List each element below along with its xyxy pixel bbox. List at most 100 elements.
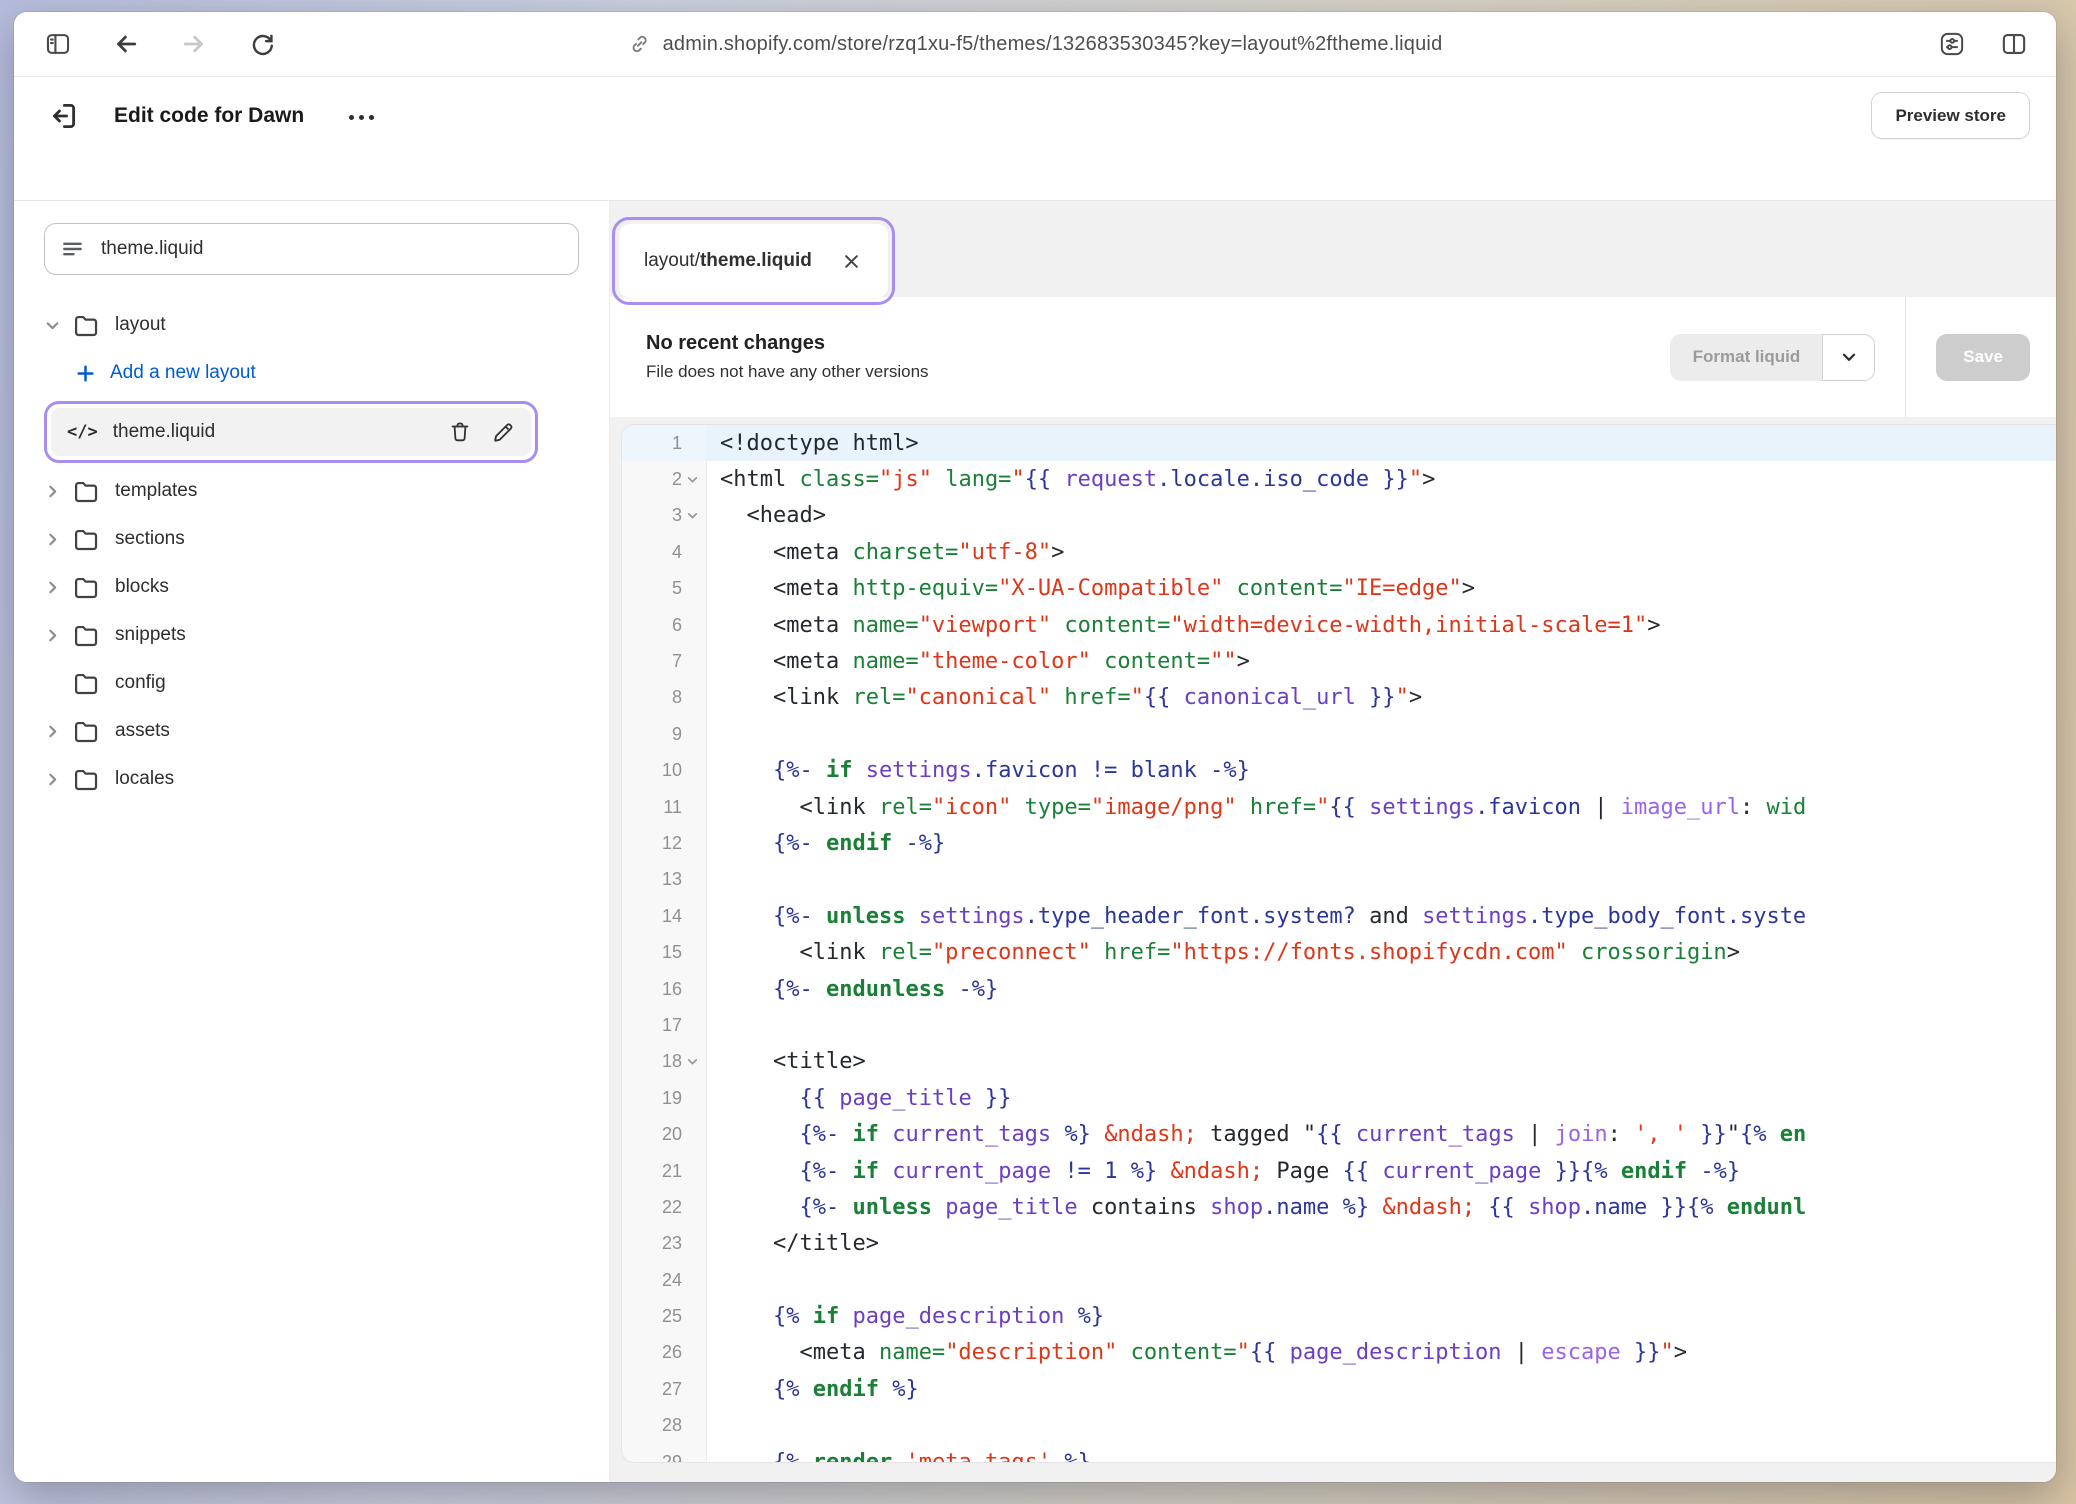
folder-icon	[72, 621, 100, 649]
code-line-5[interactable]: 5 <meta http-equiv="X-UA-Compatible" con…	[622, 571, 2056, 607]
fold-chevron-icon	[686, 1055, 699, 1068]
code-line-19[interactable]: 19 {{ page_title }}	[622, 1080, 2056, 1116]
rename-file-button[interactable]	[491, 420, 515, 444]
code-line-13[interactable]: 13	[622, 862, 2056, 898]
code-line-27[interactable]: 27 {% endif %}	[622, 1371, 2056, 1407]
code-text	[706, 716, 2056, 752]
code-line-4[interactable]: 4 <meta charset="utf-8">	[622, 534, 2056, 570]
code-text	[706, 1262, 2056, 1298]
split-view-icon	[2000, 30, 2028, 58]
line-number: 10	[622, 753, 706, 789]
tab-label: layout/theme.liquid	[644, 250, 812, 272]
code-line-6[interactable]: 6 <meta name="viewport" content="width=d…	[622, 607, 2056, 643]
code-line-15[interactable]: 15 <link rel="preconnect" href="https://…	[622, 934, 2056, 970]
tab-file-name: theme.liquid	[700, 250, 812, 271]
code-line-14[interactable]: 14 {%- unless settings.type_header_font.…	[622, 898, 2056, 934]
code-line-26[interactable]: 26 <meta name="description" content="{{ …	[622, 1335, 2056, 1371]
line-number: 19	[622, 1080, 706, 1116]
code-line-10[interactable]: 10 {%- if settings.favicon != blank -%}	[622, 753, 2056, 789]
code-line-16[interactable]: 16 {%- endunless -%}	[622, 971, 2056, 1007]
address-bar[interactable]: admin.shopify.com/store/rzq1xu-f5/themes…	[628, 32, 1443, 56]
code-line-17[interactable]: 17	[622, 1007, 2056, 1043]
code-line-18[interactable]: 18 <title>	[622, 1044, 2056, 1080]
page-title: Edit code for Dawn	[114, 104, 304, 128]
code-line-7[interactable]: 7 <meta name="theme-color" content="">	[622, 643, 2056, 679]
line-number: 4	[622, 534, 706, 570]
code-line-3[interactable]: 3 <head>	[622, 498, 2056, 534]
code-text: <meta http-equiv="X-UA-Compatible" conte…	[706, 571, 2056, 607]
page-settings-button[interactable]	[1936, 28, 1968, 60]
browser-window: admin.shopify.com/store/rzq1xu-f5/themes…	[14, 12, 2056, 1482]
code-line-29[interactable]: 29 {% render 'meta-tags' %}	[622, 1444, 2056, 1462]
sidebar-folder-snippets[interactable]: snippets	[44, 611, 579, 659]
line-number: 5	[622, 571, 706, 607]
back-arrow-icon	[111, 29, 141, 59]
code-line-11[interactable]: 11 <link rel="icon" type="image/png" hre…	[622, 789, 2056, 825]
browser-nav-controls	[34, 28, 278, 60]
line-number: 9	[622, 716, 706, 752]
app-header: Edit code for Dawn Preview store	[14, 77, 2056, 201]
line-number: 17	[622, 1007, 706, 1043]
fold-toggle[interactable]	[684, 474, 700, 486]
code-line-2[interactable]: 2<html class="js" lang="{{ request.local…	[622, 461, 2056, 497]
editor-main: layout/theme.liquid No recent changes Fi…	[610, 201, 2056, 1482]
code-file-icon: </>	[67, 422, 98, 442]
code-text: {{ page_title }}	[706, 1080, 2056, 1116]
chevron-down-icon	[1840, 348, 1858, 366]
file-search-input[interactable]	[99, 237, 562, 261]
code-text: <meta name="theme-color" content="">	[706, 643, 2056, 679]
forward-button[interactable]	[178, 28, 210, 60]
code-line-28[interactable]: 28	[622, 1408, 2056, 1444]
delete-file-button[interactable]	[448, 420, 472, 444]
back-button[interactable]	[110, 28, 142, 60]
tab-close-button[interactable]	[840, 250, 863, 273]
line-number: 29	[622, 1444, 706, 1462]
line-number: 7	[622, 643, 706, 679]
fold-toggle[interactable]	[684, 510, 700, 522]
browser-right-controls	[1936, 28, 2036, 60]
more-options-button[interactable]	[340, 102, 382, 129]
sidebar-folder-assets[interactable]: assets	[44, 707, 579, 755]
code-line-24[interactable]: 24	[622, 1262, 2056, 1298]
sidebar-folder-layout[interactable]: layout	[44, 301, 579, 349]
code-line-1[interactable]: 1<!doctype html>	[622, 425, 2056, 461]
code-line-9[interactable]: 9	[622, 716, 2056, 752]
line-number: 27	[622, 1371, 706, 1407]
sidebar-folder-blocks[interactable]: blocks	[44, 563, 579, 611]
trash-icon	[448, 420, 472, 444]
code-line-12[interactable]: 12 {%- endif -%}	[622, 825, 2056, 861]
sidebar-toggle-button[interactable]	[42, 28, 74, 60]
reload-button[interactable]	[246, 28, 278, 60]
code-text: <title>	[706, 1044, 2056, 1080]
code-text: {% if page_description %}	[706, 1298, 2056, 1334]
code-line-22[interactable]: 22 {%- unless page_title contains shop.n…	[622, 1189, 2056, 1225]
sidebar-file-theme-liquid[interactable]: </> theme.liquid	[51, 408, 531, 456]
sidebar-folder-locales[interactable]: locales	[44, 755, 579, 803]
code-text: {%- if current_tags %} &ndash; tagged "{…	[706, 1116, 2056, 1152]
ellipsis-icon	[346, 108, 376, 123]
preview-store-button[interactable]: Preview store	[1871, 92, 2030, 139]
code-line-8[interactable]: 8 <link rel="canonical" href="{{ canonic…	[622, 680, 2056, 716]
code-line-23[interactable]: 23 </title>	[622, 1226, 2056, 1262]
chevron-right-icon	[44, 723, 61, 740]
file-label: theme.liquid	[113, 421, 215, 443]
code-line-20[interactable]: 20 {%- if current_tags %} &ndash; tagged…	[622, 1116, 2056, 1152]
fold-toggle[interactable]	[684, 1056, 700, 1068]
split-view-button[interactable]	[1998, 28, 2030, 60]
exit-button[interactable]	[40, 93, 86, 139]
code-editor[interactable]: 1<!doctype html>2<html class="js" lang="…	[622, 425, 2056, 1462]
folder-label: blocks	[115, 576, 169, 598]
format-options-button[interactable]	[1822, 334, 1875, 381]
line-number: 12	[622, 825, 706, 861]
code-line-25[interactable]: 25 {% if page_description %}	[622, 1298, 2056, 1334]
sidebar-folder-config[interactable]: config	[44, 659, 579, 707]
code-line-21[interactable]: 21 {%- if current_page != 1 %} &ndash; P…	[622, 1153, 2056, 1189]
sidebar-folder-templates[interactable]: templates	[44, 467, 579, 515]
sidebar-action-add-a-new-layout[interactable]: Add a new layout	[44, 349, 579, 397]
format-liquid-button[interactable]: Format liquid	[1670, 334, 1824, 381]
chevron-right-icon	[44, 579, 61, 596]
code-text: {%- unless page_title contains shop.name…	[706, 1189, 2056, 1225]
save-button[interactable]: Save	[1936, 334, 2030, 381]
sidebar-folder-sections[interactable]: sections	[44, 515, 579, 563]
tab-theme-liquid[interactable]: layout/theme.liquid	[619, 224, 888, 298]
